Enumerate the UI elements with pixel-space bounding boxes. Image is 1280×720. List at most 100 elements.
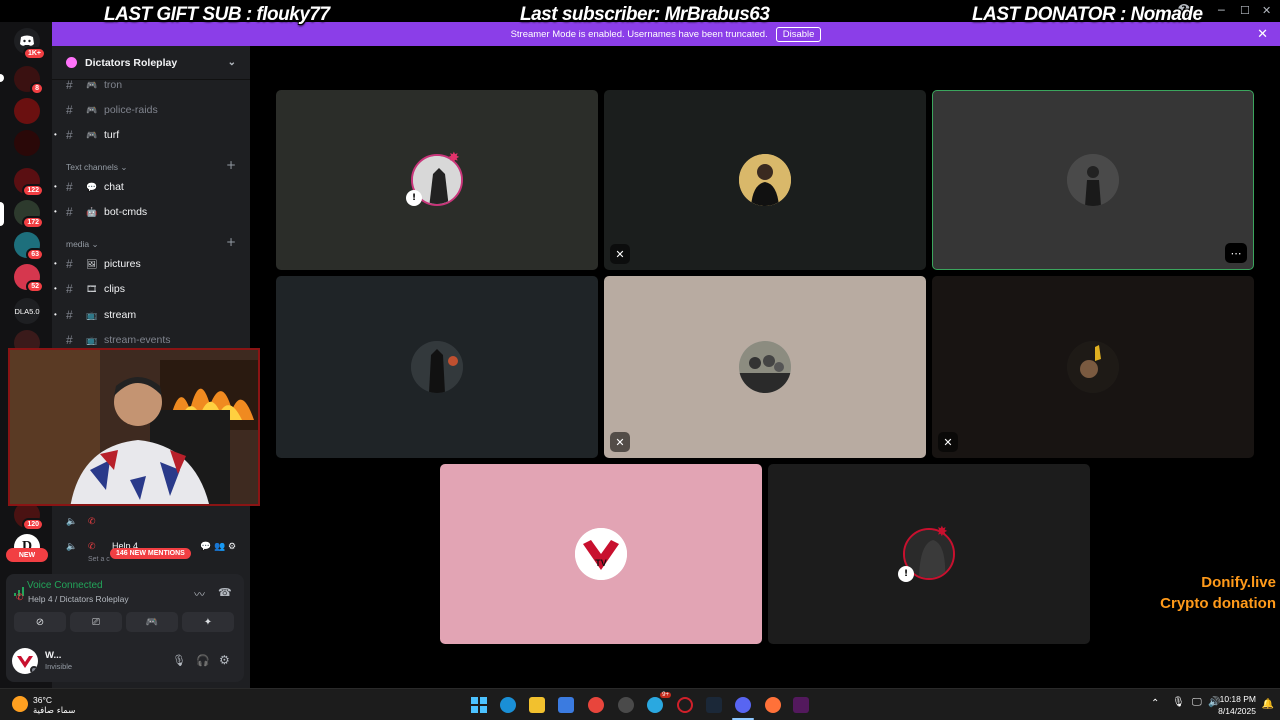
gear-icon[interactable]: ⚙	[228, 541, 236, 552]
channel-status-hint[interactable]: Set a c	[88, 556, 110, 563]
display-icon[interactable]: 🖵	[1192, 697, 1202, 708]
edge-icon[interactable]	[500, 697, 516, 713]
screen-share-button[interactable]: ⎚	[70, 612, 122, 632]
avatar	[1067, 341, 1119, 393]
steam-icon[interactable]	[706, 697, 722, 713]
avatar[interactable]	[12, 648, 38, 674]
steam-store-icon[interactable]: 9+	[647, 692, 671, 713]
clock-date[interactable]: 8/14/2025	[1218, 706, 1256, 716]
signal-icon[interactable]	[14, 581, 24, 596]
minimize-icon[interactable]: ─	[1218, 4, 1225, 18]
participant-tile[interactable]: ✸ !	[768, 464, 1090, 644]
soundboard-button[interactable]: ✦	[182, 612, 234, 632]
disconnect-icon[interactable]: ☎	[218, 586, 232, 599]
server-badge: 122	[22, 184, 44, 197]
user-name[interactable]: W...	[45, 650, 61, 661]
tv-icon: 📺	[86, 309, 98, 320]
channel-label: clips	[104, 283, 126, 295]
voice-status[interactable]: Voice Connected	[27, 580, 103, 591]
clock-time[interactable]: 10:18 PM	[1220, 694, 1256, 704]
avatar	[411, 341, 463, 393]
microphone-icon[interactable]: 🎙	[172, 654, 186, 667]
participant-tile[interactable]: ✸ !	[276, 90, 598, 270]
maximize-icon[interactable]: ☐	[1240, 4, 1250, 18]
weather-description[interactable]: سماء صافية	[33, 706, 75, 716]
unread-dot: •	[54, 182, 57, 191]
new-mentions-pill[interactable]: 146 NEW MENTIONS	[110, 548, 191, 559]
obs-icon[interactable]	[618, 697, 634, 713]
channel-item-turf[interactable]: • # 🎮 turf	[54, 126, 119, 144]
discord-icon[interactable]	[735, 697, 751, 713]
server-icon[interactable]: 63	[14, 232, 44, 261]
close-icon[interactable]: ✕	[1257, 26, 1268, 42]
participant-tile[interactable]	[276, 276, 598, 458]
chrome-icon[interactable]	[588, 697, 604, 713]
server-icon[interactable]: 122	[14, 168, 44, 197]
new-unreads-pill[interactable]: NEW	[6, 548, 48, 562]
gamepad-icon: 🎮	[86, 79, 98, 90]
camera-button[interactable]: ⊘	[14, 612, 66, 632]
participant-tile-speaking[interactable]: ⋯	[932, 90, 1254, 270]
channel-label: stream	[104, 309, 137, 321]
server-icon-dla[interactable]: DLA5.0	[14, 298, 40, 324]
server-icon[interactable]	[14, 98, 40, 124]
chat-icon[interactable]: 💬	[200, 541, 211, 552]
channel-item-police-raids[interactable]: # 🎮 police-raids	[66, 101, 158, 119]
firefox-icon[interactable]	[765, 697, 781, 713]
activities-button[interactable]: 🎮	[126, 612, 178, 632]
voice-location[interactable]: Help 4 / Dictators Roleplay	[28, 594, 129, 604]
participant-tile[interactable]: ✕	[604, 90, 926, 270]
participant-tile[interactable]: TV	[440, 464, 762, 644]
participant-tile[interactable]: ✕	[932, 276, 1254, 458]
direct-messages-button[interactable]: 1K+	[14, 28, 46, 60]
gamepad-icon: 🎮	[86, 104, 98, 115]
selected-indicator	[0, 202, 4, 226]
server-icon[interactable]	[14, 130, 40, 156]
mic-muted-icon: ✕	[610, 432, 630, 452]
notification-badge: 9+	[660, 692, 671, 698]
nitro-badge-icon: ✸	[448, 150, 460, 166]
microphone-icon[interactable]: 🎙	[1172, 697, 1185, 708]
server-header[interactable]: Dictators Roleplay ⌄	[52, 46, 250, 80]
server-badge: 52	[26, 280, 44, 293]
last-gift-sub-overlay: LAST GIFT SUB : flouky77	[104, 4, 330, 25]
windows-start-icon[interactable]	[471, 697, 487, 713]
server-icon[interactable]: 52	[14, 264, 44, 293]
channel-item-clips[interactable]: • # 🎞 clips	[54, 280, 126, 298]
window-close-icon[interactable]: ✕	[1262, 4, 1271, 18]
noise-suppression-icon[interactable]: 〰	[194, 586, 205, 602]
channel-item-chat[interactable]: • # 💬 chat	[54, 178, 124, 196]
invite-icon[interactable]: 👥	[214, 541, 225, 552]
more-options-icon[interactable]: ⋯	[1225, 243, 1247, 263]
gear-icon[interactable]: ⚙	[219, 653, 230, 667]
channel-item-stream-events[interactable]: # 📺 stream-events	[66, 331, 171, 349]
server-icon[interactable]: 172	[14, 200, 44, 229]
app-icon[interactable]	[793, 697, 809, 713]
participant-tile[interactable]: ✕	[604, 276, 926, 458]
notification-bell-icon[interactable]: 🔔	[1262, 699, 1274, 710]
webcam-overlay	[8, 348, 260, 506]
store-icon[interactable]	[558, 697, 574, 713]
server-name: Dictators Roleplay	[85, 56, 178, 69]
chevron-up-icon[interactable]: ⌃	[1151, 698, 1159, 709]
weather-temperature[interactable]: 36°C	[33, 695, 52, 705]
windows-taskbar: 36°C سماء صافية 9+ ⌃ 🎙 🖵 🔊 10:18 PM 8/14…	[0, 688, 1280, 720]
opera-icon[interactable]	[677, 697, 693, 713]
channel-item-stream[interactable]: • # 📺 stream	[54, 306, 137, 324]
disable-button[interactable]: Disable	[775, 26, 822, 42]
add-channel-icon[interactable]: +	[226, 235, 236, 249]
channel-item-pictures[interactable]: • # 🖼 pictures	[54, 255, 141, 273]
weather-sun-icon[interactable]	[12, 696, 28, 712]
server-icon[interactable]: 8	[14, 66, 44, 95]
file-explorer-icon[interactable]	[529, 697, 545, 713]
gamepad-icon: 🎮	[145, 616, 159, 628]
category-media[interactable]: media ⌄	[66, 239, 99, 250]
channel-item-bot-cmds[interactable]: • # 🤖 bot-cmds	[54, 203, 147, 221]
unread-dot: •	[54, 284, 57, 293]
channel-item-tron[interactable]: # 🎮 tron	[66, 76, 122, 94]
add-channel-icon[interactable]: +	[226, 158, 236, 172]
category-text-channels[interactable]: Text channels ⌄	[66, 162, 127, 173]
banner-message: Streamer Mode is enabled. Usernames have…	[510, 28, 768, 40]
headphones-icon[interactable]: 🎧	[196, 654, 210, 667]
channel-label: police-raids	[104, 104, 158, 116]
